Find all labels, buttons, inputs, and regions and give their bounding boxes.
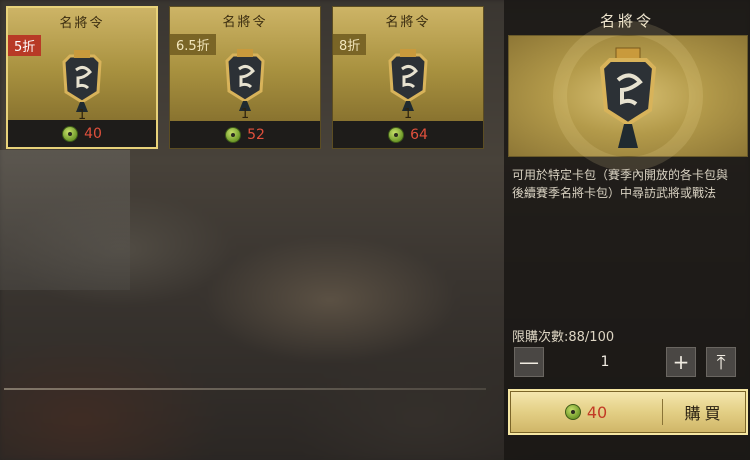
jade-coin-icon xyxy=(62,125,79,142)
quantity-stepper: — 1 + ⤒ xyxy=(514,347,740,377)
item-quantity: 1 xyxy=(403,107,413,122)
price-bar: 52 xyxy=(170,121,320,148)
quantity-value[interactable]: 1 xyxy=(550,347,660,377)
item-price: 40 xyxy=(84,125,102,142)
item-preview xyxy=(508,21,748,171)
general-token-emblem-icon xyxy=(225,49,265,111)
jade-coin-icon xyxy=(388,126,405,143)
general-token-emblem-icon xyxy=(388,49,428,111)
buy-price: 40 xyxy=(586,402,608,422)
item-price: 64 xyxy=(410,126,428,143)
item-quantity: 1 xyxy=(240,107,250,122)
general-token-emblem-icon xyxy=(62,50,102,112)
price-bar: 40 xyxy=(8,120,156,147)
price-bar: 64 xyxy=(333,121,483,148)
discount-badge: 6.5折 xyxy=(170,34,216,55)
decrease-button[interactable]: — xyxy=(514,347,544,377)
item-title: 名將令 xyxy=(59,16,105,31)
general-token-emblem-icon xyxy=(599,47,657,148)
shop-item-card-2[interactable]: 名將令 6.5折 1 52 xyxy=(169,6,321,149)
jade-coin-icon xyxy=(225,126,242,143)
discount-badge: 8折 xyxy=(333,34,367,55)
background-divider xyxy=(4,388,486,390)
purchase-limit: 限購次數:88/100 xyxy=(512,330,615,345)
increase-button[interactable]: + xyxy=(666,347,696,377)
shop-item-card-1[interactable]: 名將令 5折 1 40 xyxy=(6,6,158,149)
buy-button[interactable]: 40 購買 xyxy=(508,389,748,435)
item-title: 名將令 xyxy=(385,15,431,30)
max-quantity-button[interactable]: ⤒ xyxy=(706,347,736,377)
shop-item-card-3[interactable]: 名將令 8折 1 64 xyxy=(332,6,484,149)
item-detail-panel: 名將令 可用於特定卡包（賽季內開放的各卡包與後續賽季名將卡包）中尋訪武將或戰法 … xyxy=(504,0,750,460)
discount-badge: 5折 xyxy=(8,35,42,56)
buy-cost: 40 xyxy=(510,391,662,433)
jade-coin-icon xyxy=(564,404,581,420)
buy-label: 購買 xyxy=(684,404,725,423)
item-price: 52 xyxy=(247,126,265,143)
item-title: 名將令 xyxy=(222,15,268,30)
item-description: 可用於特定卡包（賽季內開放的各卡包與後續賽季名將卡包）中尋訪武將或戰法 xyxy=(512,168,729,200)
background-window xyxy=(0,150,130,290)
